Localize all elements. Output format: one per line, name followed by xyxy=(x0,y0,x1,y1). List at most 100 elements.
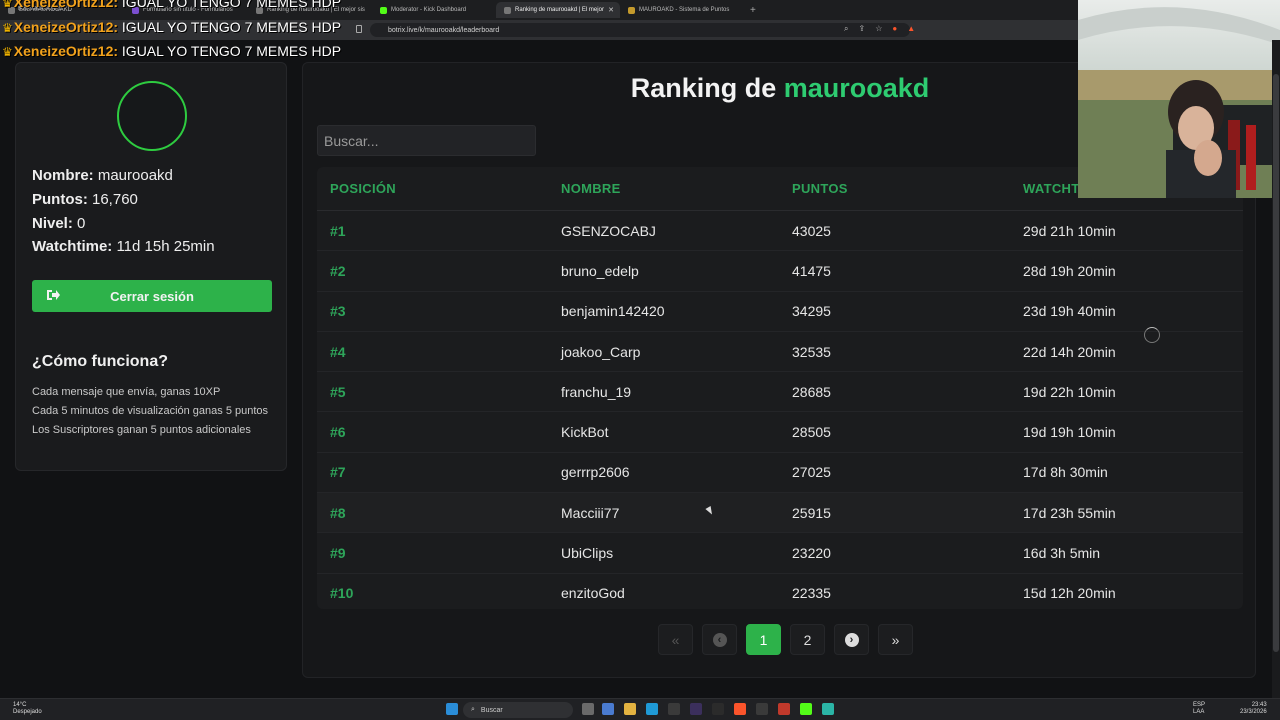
chat-message: ♛XeneizeOrtiz12: IGUAL YO TENGO 7 MEMES … xyxy=(2,0,341,10)
close-tab-icon[interactable]: ✕ xyxy=(608,6,614,14)
row-watchtime: 17d 8h 30min xyxy=(1023,464,1108,481)
kick-favicon xyxy=(380,6,387,14)
kick-icon[interactable] xyxy=(800,703,812,715)
app-icon[interactable] xyxy=(822,703,834,715)
row-name: bruno_edelp xyxy=(561,262,639,279)
last-page-button[interactable]: » xyxy=(878,624,913,655)
bookmark-icon[interactable] xyxy=(356,25,362,33)
clock-time: 23:43 xyxy=(1251,702,1267,708)
edge-icon[interactable] xyxy=(646,703,658,715)
title-prefix: Ranking de xyxy=(630,73,777,103)
row-position: #5 xyxy=(330,383,346,400)
title-username: maurooakd xyxy=(783,73,930,103)
table-row: #9 UbiClips 23220 16d 3h 5min xyxy=(317,533,1243,574)
table-row: #7 gerrrp2606 27025 17d 8h 30min xyxy=(317,453,1243,494)
new-tab-button[interactable]: + xyxy=(750,5,756,16)
webcam-overlay xyxy=(1078,0,1280,198)
clock[interactable]: 23:43 23/3/2026 xyxy=(1240,702,1267,716)
col-position: POSICIÓN xyxy=(330,181,396,196)
chat-user: XeneizeOrtiz12: xyxy=(13,19,119,35)
name-label: Nombre: xyxy=(32,167,94,184)
row-position: #6 xyxy=(330,424,346,441)
chevron-left-icon: ‹ xyxy=(712,632,727,647)
row-watchtime: 29d 21h 10min xyxy=(1023,222,1116,239)
how-it-works-title: ¿Cómo funciona? xyxy=(32,353,168,370)
table-row: #2 bruno_edelp 41475 28d 19h 20min xyxy=(317,251,1243,292)
row-points: 23220 xyxy=(792,545,831,562)
loading-spinner-icon xyxy=(1144,327,1160,343)
app-icon[interactable] xyxy=(778,703,790,715)
row-name: joakoo_Carp xyxy=(561,343,641,360)
star-icon[interactable]: ☆ xyxy=(875,24,882,34)
shield-icon[interactable]: ● xyxy=(892,24,897,34)
weather-desc: Despejado xyxy=(13,709,42,715)
how-line: Cada 5 minutos de visualización ganas 5 … xyxy=(32,405,269,417)
rewards-icon[interactable]: ▲ xyxy=(907,24,915,34)
search-input[interactable] xyxy=(317,125,536,156)
row-position: #9 xyxy=(330,545,346,562)
profile-name: Nombre: maurooakd xyxy=(32,167,173,184)
row-watchtime: 19d 19h 10min xyxy=(1023,424,1116,441)
app-icon[interactable] xyxy=(756,703,768,715)
profile-card: Nombre: maurooakd Puntos: 16,760 Nivel: … xyxy=(15,62,287,471)
webcam-image xyxy=(1078,0,1280,198)
row-points: 41475 xyxy=(792,262,831,279)
tab-4-active[interactable]: Ranking de maurooakd | El mejor ✕ xyxy=(496,2,620,18)
row-name: franchu_19 xyxy=(561,383,632,400)
app-icon[interactable] xyxy=(668,703,680,715)
row-position: #7 xyxy=(330,464,346,481)
brave-icon[interactable] xyxy=(734,703,746,715)
row-points: 34295 xyxy=(792,303,831,320)
row-points: 32535 xyxy=(792,343,831,360)
start-icon[interactable] xyxy=(446,703,458,715)
tab-5[interactable]: MAUROAKD - Sistema de Puntos xyxy=(620,2,744,18)
tab-label: MAUROAKD - Sistema de Puntos xyxy=(639,7,730,13)
row-points: 27025 xyxy=(792,464,831,481)
page-1-button[interactable]: 1 xyxy=(746,624,781,655)
row-position: #2 xyxy=(330,262,346,279)
profile-points: Puntos: 16,760 xyxy=(32,191,138,208)
chevron-right-icon: › xyxy=(844,632,859,647)
tab-favicon xyxy=(504,6,511,14)
app-icon[interactable] xyxy=(690,703,702,715)
lang-top: ESP xyxy=(1193,702,1206,708)
scrollbar-thumb[interactable] xyxy=(1273,74,1279,652)
profile-watchtime: Watchtime: 11d 15h 25min xyxy=(32,238,215,255)
weather-temp: 14°C xyxy=(13,702,27,708)
scrollbar[interactable] xyxy=(1272,40,1280,698)
taskbar-search[interactable]: ⌕ Buscar xyxy=(463,702,573,718)
crown-icon: ♛ xyxy=(2,21,13,35)
points-value: 16,760 xyxy=(92,191,138,208)
row-name: benjamin142420 xyxy=(561,303,665,320)
tab-favicon xyxy=(628,6,635,14)
widgets-icon[interactable] xyxy=(602,703,614,715)
language-indicator[interactable]: ESP LAA xyxy=(1193,702,1205,716)
first-page-button[interactable]: « xyxy=(658,624,693,655)
row-name: UbiClips xyxy=(561,545,614,562)
table-row: #4 joakoo_Carp 32535 22d 14h 20min xyxy=(317,332,1243,373)
page-2-button[interactable]: 2 xyxy=(790,624,825,655)
row-name: Macciii77 xyxy=(561,504,620,521)
table-row: #8 Macciii77 25915 17d 23h 55min xyxy=(317,493,1243,534)
row-watchtime: 17d 23h 55min xyxy=(1023,504,1116,521)
folder-icon[interactable] xyxy=(624,703,636,715)
prev-page-button[interactable]: ‹ xyxy=(702,624,737,655)
zoom-icon[interactable]: ⌕ xyxy=(844,24,848,34)
task-view-icon[interactable] xyxy=(582,703,594,715)
row-position: #4 xyxy=(330,343,346,360)
chat-text: IGUAL YO TENGO 7 MEMES HDP xyxy=(121,19,342,35)
profile-level: Nivel: 0 xyxy=(32,215,85,232)
next-page-button[interactable]: › xyxy=(834,624,869,655)
weather-widget[interactable]: 14°C Despejado xyxy=(13,702,42,716)
url-field[interactable]: botrix.live/k/maurooakd/leaderboard xyxy=(370,23,910,37)
row-watchtime: 28d 19h 20min xyxy=(1023,262,1116,279)
app-icon[interactable] xyxy=(712,703,724,715)
tab-3[interactable]: Moderator - Kick Dashboard xyxy=(372,2,496,18)
share-icon[interactable]: ⇪ xyxy=(858,24,865,34)
row-watchtime: 19d 22h 10min xyxy=(1023,383,1116,400)
lang-bottom: LAA xyxy=(1193,709,1205,715)
logout-button[interactable]: Cerrar sesión xyxy=(32,280,272,312)
row-position: #10 xyxy=(330,585,354,602)
watchtime-value: 11d 15h 25min xyxy=(116,238,215,255)
clock-date: 23/3/2026 xyxy=(1240,709,1267,715)
